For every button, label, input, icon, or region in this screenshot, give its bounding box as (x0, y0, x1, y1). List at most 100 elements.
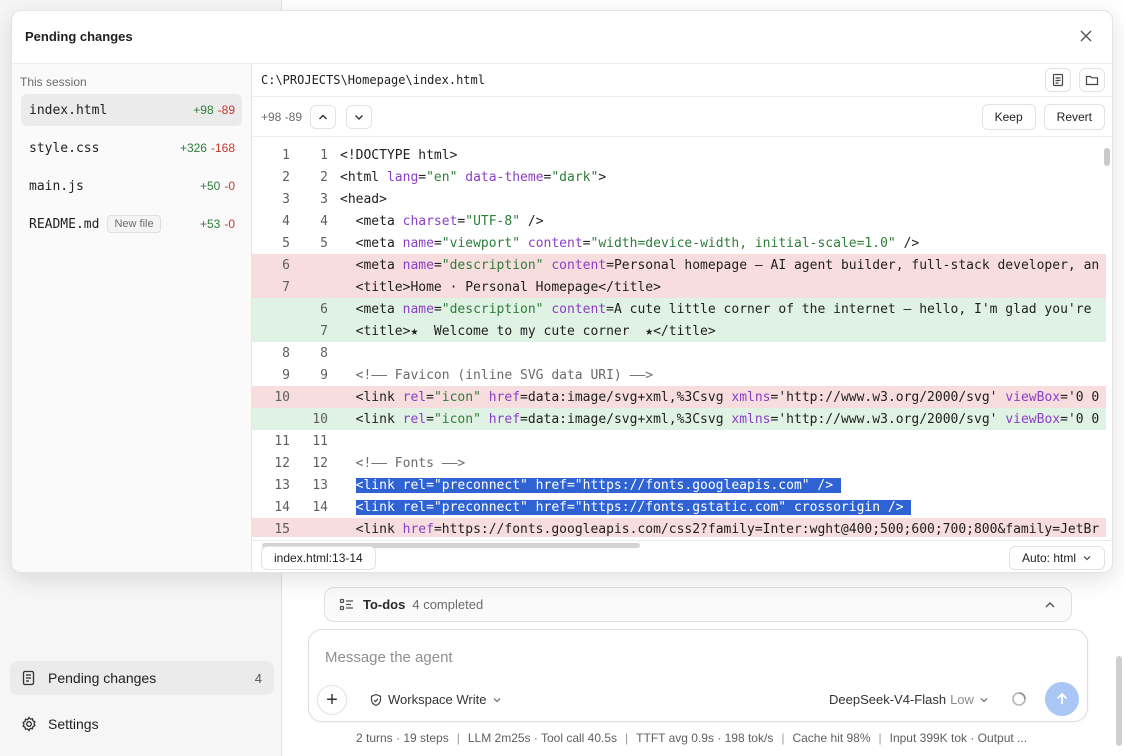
diff-line[interactable]: 7 <title>Home · Personal Homepage</title… (252, 276, 1106, 298)
attach-button[interactable]: + (317, 685, 347, 715)
diff-line[interactable]: 7 <title>★ Welcome to my cute corner ★</… (252, 320, 1106, 342)
open-file-button[interactable] (1045, 68, 1071, 92)
gear-icon (20, 715, 38, 733)
status-llm: LLM 2m25s · Tool call 40.5s (467, 731, 618, 745)
sidebar-item-settings[interactable]: Settings (10, 707, 274, 741)
diff-stats: +98 -89 (261, 109, 303, 124)
previous-change-button[interactable] (310, 104, 337, 129)
reveal-in-folder-button[interactable] (1079, 68, 1105, 92)
status-turns: 2 turns · 19 steps (356, 731, 449, 745)
old-line-number: 14 (274, 499, 290, 515)
line-text: <!—— Fonts ——> (340, 455, 466, 471)
deletions: -168 (210, 141, 235, 155)
chevron-down-icon (493, 697, 500, 702)
pending-count-badge: 4 (254, 670, 262, 686)
line-text: <meta name="description" content=A cute … (340, 301, 1092, 317)
todos-label: To-dos (363, 597, 406, 612)
new-line-number: 11 (312, 433, 328, 449)
diff-line[interactable]: 11 11 (252, 430, 1106, 452)
additions: +98 (193, 103, 214, 117)
send-button[interactable] (1045, 682, 1079, 716)
todos-panel[interactable]: To-dos 4 completed (324, 587, 1072, 622)
diff-line[interactable]: 10 <link rel="icon" href=data:image/svg+… (252, 408, 1106, 430)
old-line-number: 11 (274, 433, 290, 449)
diff-line[interactable]: 88 (252, 342, 1106, 364)
old-line-number: 12 (274, 455, 290, 471)
checklist-icon (339, 597, 355, 613)
diff-line[interactable]: 1 1 <!DOCTYPE html> (252, 144, 1106, 166)
model-name: DeepSeek-V4-Flash (829, 692, 947, 707)
chevron-down-icon (355, 114, 364, 120)
new-line-number: 14 (312, 499, 328, 515)
close-icon[interactable] (1078, 28, 1094, 44)
status-ttft: TTFT avg 0.9s · 198 tok/s (636, 731, 774, 745)
model-dropdown[interactable]: DeepSeek-V4-Flash Low (829, 692, 989, 707)
folder-icon (1085, 75, 1099, 86)
old-line-number: 10 (274, 389, 290, 405)
file-item[interactable]: README.md New file +53 -0 (21, 208, 242, 240)
diff-line[interactable]: 6 <meta name="description" content=Perso… (252, 254, 1106, 276)
message-input[interactable]: Message the agent (325, 649, 453, 666)
old-line-number: 3 (282, 191, 290, 207)
workspace-mode-label: Workspace Write (388, 692, 487, 707)
file-name: style.css (29, 140, 100, 156)
diff-line[interactable]: 12 12 <!—— Fonts ——> (252, 452, 1106, 474)
file-item[interactable]: index.html +98 -89 (21, 94, 242, 126)
diff-vertical-scrollbar[interactable] (1104, 148, 1110, 166)
diff-line[interactable]: 3 3 <head> (252, 188, 1106, 210)
diff-view[interactable]: 1 1 <!DOCTYPE html> 2 2 <html lang="en" data-… (252, 144, 1106, 537)
chevron-up-icon[interactable] (1043, 598, 1057, 612)
diff-line[interactable]: 6 <meta name="description" content=A cut… (252, 298, 1106, 320)
language-dropdown[interactable]: Auto: html (1008, 545, 1105, 570)
revert-button[interactable]: Revert (1043, 103, 1105, 130)
file-name: README.md (29, 216, 100, 232)
workspace-mode-dropdown[interactable]: Workspace Write (369, 692, 507, 707)
todos-summary: 4 completed (412, 597, 484, 612)
new-line-number: 10 (312, 411, 328, 427)
context-usage-icon[interactable] (1011, 691, 1027, 707)
selection-range[interactable]: index.html:13-14 (261, 545, 376, 570)
deletions: -89 (217, 103, 235, 117)
diff-line[interactable]: 9 9 <!—— Favicon (inline SVG data URI) ——… (252, 364, 1106, 386)
diff-line[interactable]: 14 14 <link rel="preconnect" href="https:… (252, 496, 1106, 518)
dialog-header: Pending changes (12, 11, 1112, 61)
new-line-number: 13 (312, 477, 328, 493)
diff-line[interactable]: 15 <link href=https://fonts.googleapis.c… (252, 518, 1106, 537)
new-line-number: 6 (320, 301, 328, 317)
sidebar-item-label: Pending changes (48, 670, 157, 686)
line-text: <!DOCTYPE html> (340, 147, 458, 163)
line-text: <link rel="preconnect" href="https://fon… (355, 499, 912, 515)
message-composer[interactable]: Message the agent + Workspace Write Deep… (308, 629, 1088, 722)
new-line-number: 2 (320, 169, 328, 185)
status-tokens: Input 399K tok · Output ... (889, 731, 1028, 745)
new-line-number: 12 (312, 455, 328, 471)
new-line-number: 8 (320, 345, 328, 361)
language-label: Auto: html (1021, 550, 1076, 565)
file-item[interactable]: main.js +50 -0 (21, 170, 242, 202)
diff-line[interactable]: 5 5 <meta name="viewport" content="width=… (252, 232, 1106, 254)
chat-scrollbar[interactable] (1116, 656, 1122, 746)
old-line-number: 5 (282, 235, 290, 251)
file-name: index.html (29, 102, 108, 118)
file-item[interactable]: style.css +326 -168 (21, 132, 242, 164)
next-change-button[interactable] (346, 104, 373, 129)
dialog-title: Pending changes (25, 28, 133, 44)
diff-line[interactable]: 10 <link rel="icon" href=data:image/svg+… (252, 386, 1106, 408)
file-path-bar: C:\PROJECTS\Homepage\index.html (252, 63, 1112, 97)
new-line-number: 7 (320, 323, 328, 339)
line-text: <meta charset="UTF-8" /> (340, 213, 544, 229)
line-text: <meta name="description" content=Persona… (340, 257, 1100, 273)
file-path: C:\PROJECTS\Homepage\index.html (261, 73, 485, 87)
old-line-number: 13 (274, 477, 290, 493)
status-cache: Cache hit 98% (792, 731, 871, 745)
new-line-number: 1 (320, 147, 328, 163)
diff-line[interactable]: 4 4 <meta charset="UTF-8" /> (252, 210, 1106, 232)
diff-line[interactable]: 13 13 <link rel="preconnect" href="https:… (252, 474, 1106, 496)
keep-button[interactable]: Keep (981, 103, 1036, 130)
line-text: <link href=https://fonts.googleapis.com/… (340, 521, 1100, 537)
line-text: <title>Home · Personal Homepage</title> (340, 279, 661, 295)
sidebar-item-pending-changes[interactable]: Pending changes 4 (10, 661, 274, 695)
diff-line[interactable]: 2 2 <html lang="en" data-theme="dark"> (252, 166, 1106, 188)
line-text: <!—— Favicon (inline SVG data URI) ——> (340, 367, 654, 383)
old-line-number: 9 (282, 367, 290, 383)
